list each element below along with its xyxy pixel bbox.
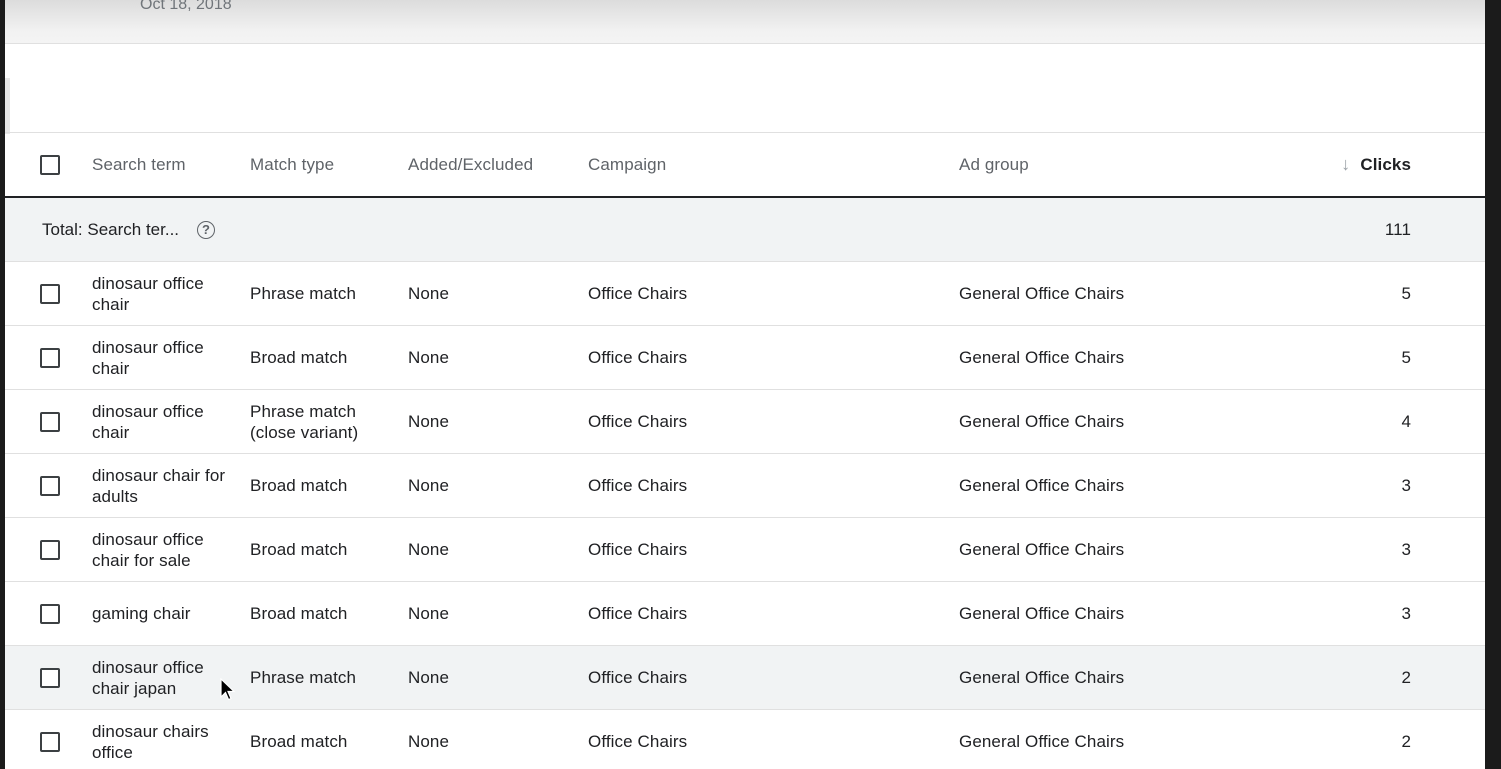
table-row[interactable]: dinosaur office chair Broad match None Offi… xyxy=(5,326,1485,390)
added-excluded-cell: None xyxy=(408,668,450,687)
campaign-link[interactable]: Office Chairs xyxy=(588,454,928,517)
added-excluded-cell: None xyxy=(408,476,450,495)
added-excluded-cell: None xyxy=(408,732,450,751)
campaign-link[interactable]: Office Chairs xyxy=(588,518,928,581)
mouse-pointer-icon xyxy=(220,678,236,701)
row-checkbox[interactable] xyxy=(40,475,60,496)
window-edge xyxy=(1485,0,1501,769)
total-label: Total: Search ter... xyxy=(42,219,180,239)
table-row[interactable]: dinosaur chairs office Broad match None Off… xyxy=(5,710,1485,769)
table-row[interactable]: dinosaur office chair Phrase match (close… xyxy=(5,390,1485,454)
header-clicks[interactable]: ↓ Clicks xyxy=(1251,133,1411,196)
header-added-excluded[interactable]: Added/Excluded xyxy=(408,133,578,196)
added-excluded-cell: None xyxy=(408,412,450,431)
row-select-cell xyxy=(35,710,65,769)
row-checkbox[interactable] xyxy=(40,731,60,752)
search-term-cell: dinosaur office chair xyxy=(92,273,204,314)
page: Oct 18, 2018 Search term Match type Adde… xyxy=(5,0,1485,769)
help-icon[interactable]: ? xyxy=(197,220,216,239)
row-checkbox[interactable] xyxy=(40,603,60,624)
campaign-link[interactable]: Office Chairs xyxy=(588,646,928,709)
clicks-cell: 3 xyxy=(1401,540,1411,559)
campaign-link[interactable]: Office Chairs xyxy=(588,582,928,645)
clicks-cell: 5 xyxy=(1401,284,1411,303)
match-type-cell: Broad match xyxy=(250,476,348,495)
clicks-cell: 4 xyxy=(1401,412,1411,431)
header-clicks-label: Clicks xyxy=(1360,155,1411,174)
table-row[interactable]: dinosaur office chair Phrase match None Off… xyxy=(5,262,1485,326)
total-label-cell: Total: Search ter... ? xyxy=(42,198,216,261)
added-excluded-cell: None xyxy=(408,604,450,623)
header-search-term[interactable]: Search term xyxy=(92,133,242,196)
select-all-cell xyxy=(35,133,65,196)
total-clicks: 111 xyxy=(1384,220,1411,239)
search-terms-table: Search term Match type Added/Excluded Ca… xyxy=(5,132,1485,769)
row-checkbox[interactable] xyxy=(40,667,60,688)
search-term-cell: dinosaur office chair xyxy=(92,337,204,378)
row-checkbox[interactable] xyxy=(40,347,60,368)
total-row: Total: Search ter... ? 111 xyxy=(5,198,1485,262)
campaign-link[interactable]: Office Chairs xyxy=(588,710,928,769)
row-select-cell xyxy=(35,454,65,517)
search-term-cell: dinosaur office chair for sale xyxy=(92,529,204,570)
added-excluded-cell: None xyxy=(408,348,450,367)
added-excluded-cell: None xyxy=(408,284,450,303)
added-excluded-cell: None xyxy=(408,540,450,559)
header-campaign[interactable]: Campaign xyxy=(588,133,928,196)
date-range-text: Oct 18, 2018 xyxy=(140,0,232,13)
table-row[interactable]: dinosaur chair for adults Broad match None… xyxy=(5,454,1485,518)
table-header-row: Search term Match type Added/Excluded Ca… xyxy=(5,133,1485,198)
date-range-banner: Oct 18, 2018 xyxy=(5,0,1485,44)
row-select-cell xyxy=(35,390,65,453)
select-all-checkbox[interactable] xyxy=(40,154,60,175)
clicks-cell: 3 xyxy=(1401,604,1411,623)
row-select-cell xyxy=(35,646,65,709)
left-edge xyxy=(5,78,10,134)
search-term-cell: dinosaur chairs office xyxy=(92,721,209,762)
match-type-cell: Phrase match (close variant) xyxy=(250,401,359,442)
row-checkbox[interactable] xyxy=(40,539,60,560)
search-term-cell: gaming chair xyxy=(92,604,191,623)
arrow-down-icon: ↓ xyxy=(1341,154,1351,174)
row-select-cell xyxy=(35,518,65,581)
match-type-cell: Broad match xyxy=(250,732,348,751)
match-type-cell: Broad match xyxy=(250,348,348,367)
search-term-cell: dinosaur chair for adults xyxy=(92,465,226,506)
row-checkbox[interactable] xyxy=(40,411,60,432)
header-match-type[interactable]: Match type xyxy=(250,133,400,196)
clicks-cell: 3 xyxy=(1401,476,1411,495)
campaign-link[interactable]: Office Chairs xyxy=(588,390,928,453)
row-select-cell xyxy=(35,326,65,389)
campaign-link[interactable]: Office Chairs xyxy=(588,326,928,389)
row-checkbox[interactable] xyxy=(40,283,60,304)
match-type-cell: Broad match xyxy=(250,604,348,623)
match-type-cell: Phrase match xyxy=(250,668,357,687)
match-type-cell: Phrase match xyxy=(250,284,357,303)
clicks-cell: 2 xyxy=(1401,668,1411,687)
row-select-cell xyxy=(35,582,65,645)
table-row[interactable]: dinosaur office chair for sale Broad matc… xyxy=(5,518,1485,582)
search-term-cell: dinosaur office chair xyxy=(92,401,204,442)
match-type-cell: Broad match xyxy=(250,540,348,559)
campaign-link[interactable]: Office Chairs xyxy=(588,262,928,325)
row-select-cell xyxy=(35,262,65,325)
clicks-cell: 5 xyxy=(1401,348,1411,367)
table-row[interactable]: gaming chair Broad match None Office Chairs… xyxy=(5,582,1485,646)
clicks-cell: 2 xyxy=(1401,732,1411,751)
